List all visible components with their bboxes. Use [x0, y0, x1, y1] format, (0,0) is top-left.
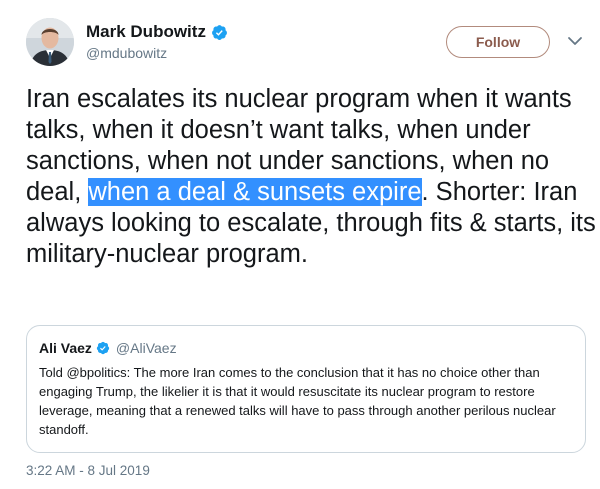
quoted-handle: @AliVaez	[115, 340, 177, 356]
tweet-card: Mark Dubowitz @mdubowitz Follow Iran esc…	[0, 0, 600, 489]
verified-badge-icon	[96, 341, 110, 355]
author-display-name[interactable]: Mark Dubowitz	[86, 22, 206, 42]
follow-button[interactable]: Follow	[446, 26, 550, 58]
chevron-down-icon[interactable]	[566, 34, 584, 48]
quoted-display-name: Ali Vaez	[39, 340, 92, 356]
author-handle[interactable]: @mdubowitz	[86, 45, 228, 61]
quoted-tweet[interactable]: Ali Vaez @AliVaez Told @bpolitics: The m…	[26, 325, 586, 453]
profile-photo-icon	[26, 18, 74, 66]
tweet-text: Iran escalates its nuclear program when …	[26, 84, 596, 270]
avatar[interactable]	[26, 18, 74, 66]
tweet-timestamp[interactable]: 3:22 AM - 8 Jul 2019	[26, 463, 150, 478]
author-block: Mark Dubowitz @mdubowitz	[86, 22, 228, 61]
verified-badge-icon	[212, 24, 227, 40]
quoted-tweet-text: Told @bpolitics: The more Iran comes to …	[39, 365, 556, 437]
selected-text-highlight: when a deal & sunsets expire	[88, 178, 422, 206]
